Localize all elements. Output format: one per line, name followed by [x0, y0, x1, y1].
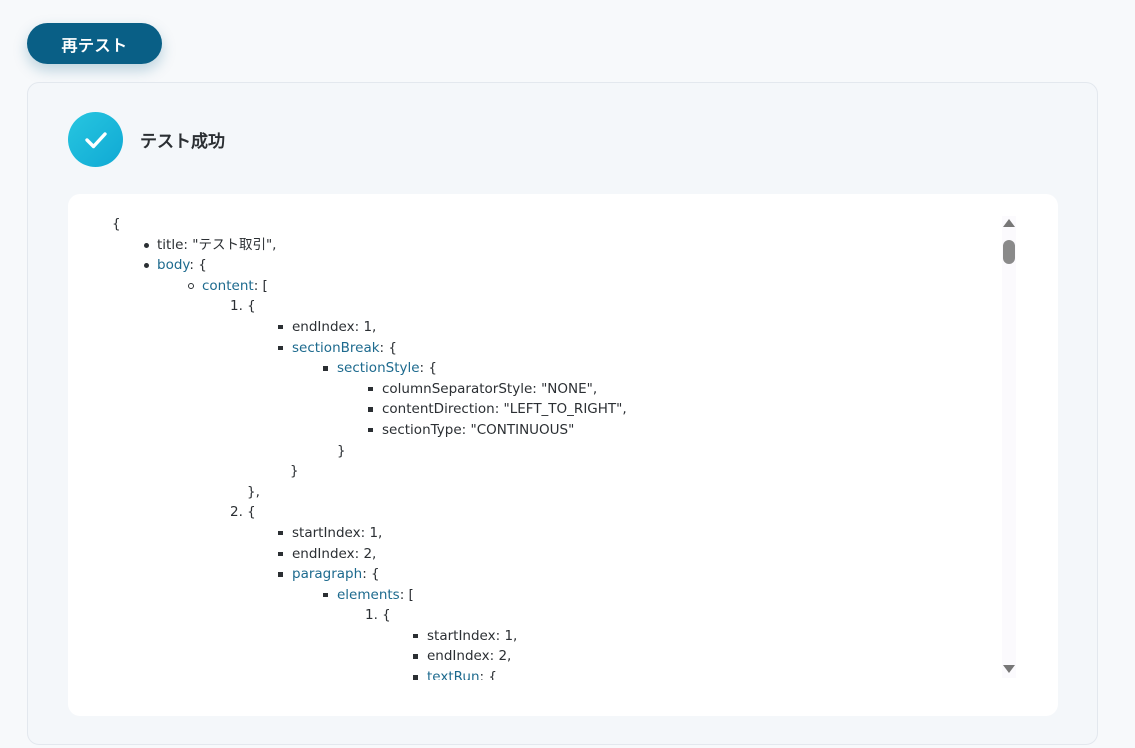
- json-value: : 1,: [354, 318, 377, 335]
- json-line: columnSeparatorStyle: "NONE",: [68, 379, 968, 400]
- json-key: sectionType: [382, 421, 462, 438]
- json-line: {: [68, 214, 968, 235]
- json-value: : [: [399, 586, 414, 603]
- json-value: : 1,: [360, 524, 383, 541]
- json-tree: {title: "テスト取引", body: {content: [1. {end…: [68, 214, 968, 680]
- json-line: startIndex: 1,: [68, 523, 968, 544]
- json-line: paragraph: {: [68, 564, 968, 585]
- json-punctuation: {: [242, 298, 256, 315]
- json-line: endIndex: 2,: [68, 544, 968, 565]
- scroll-up-arrow-icon[interactable]: [1002, 216, 1016, 230]
- json-key: startIndex: [427, 627, 496, 644]
- json-key: startIndex: [292, 524, 361, 541]
- json-expandable-key[interactable]: elements: [337, 587, 400, 603]
- scrollbar-thumb[interactable]: [1003, 240, 1015, 264]
- json-output-panel[interactable]: {title: "テスト取引", body: {content: [1. {end…: [68, 194, 1058, 716]
- json-line: endIndex: 2,: [68, 646, 968, 667]
- json-expandable-key[interactable]: sectionStyle: [337, 360, 420, 376]
- json-expandable-key[interactable]: content: [202, 278, 254, 294]
- json-expandable-key[interactable]: sectionBreak: [292, 340, 380, 356]
- test-result-card: テスト成功 {title: "テスト取引", body: {content: [1…: [27, 82, 1098, 745]
- json-value: : {: [419, 360, 437, 377]
- json-line: },: [68, 482, 968, 503]
- list-number: 2.: [230, 504, 243, 521]
- json-key: endIndex: [292, 545, 355, 562]
- json-key: endIndex: [292, 318, 355, 335]
- json-line: textRun: {: [68, 667, 968, 680]
- json-key: title: [157, 236, 184, 253]
- json-key: contentDirection: [382, 401, 495, 418]
- scroll-down-arrow-icon[interactable]: [1002, 662, 1016, 676]
- json-value: : "NONE",: [532, 380, 598, 397]
- json-line: contentDirection: "LEFT_TO_RIGHT",: [68, 399, 968, 420]
- json-line: elements: [: [68, 585, 968, 606]
- json-line: 2. {: [68, 502, 968, 523]
- json-punctuation: {: [112, 216, 121, 232]
- json-line: sectionBreak: {: [68, 338, 968, 359]
- json-line: startIndex: 1,: [68, 626, 968, 647]
- json-punctuation: {: [377, 607, 391, 624]
- json-value: : 2,: [489, 648, 512, 665]
- json-value: : {: [379, 339, 397, 356]
- json-line: body: {: [68, 255, 968, 276]
- json-expandable-key[interactable]: body: [157, 257, 189, 273]
- json-value: : {: [189, 257, 207, 274]
- json-line: }: [68, 461, 968, 482]
- json-value: : 2,: [354, 545, 377, 562]
- json-line: title: "テスト取引",: [68, 235, 968, 256]
- json-line: sectionStyle: {: [68, 358, 968, 379]
- json-value: : 1,: [495, 627, 518, 644]
- json-line: content: [: [68, 276, 968, 297]
- json-value: : "LEFT_TO_RIGHT",: [494, 401, 627, 418]
- json-punctuation: },: [247, 483, 260, 500]
- json-punctuation: {: [242, 504, 256, 521]
- json-line: 1. {: [68, 296, 968, 317]
- json-key: columnSeparatorStyle: [382, 380, 533, 397]
- json-value: : [: [253, 277, 268, 294]
- json-expandable-key[interactable]: paragraph: [292, 566, 362, 582]
- list-number: 1.: [230, 298, 243, 315]
- json-line: }: [68, 441, 968, 462]
- json-value: : {: [362, 566, 380, 583]
- test-status-text: テスト成功: [140, 132, 225, 152]
- json-line: endIndex: 1,: [68, 317, 968, 338]
- json-value: : "テスト取引",: [183, 236, 277, 253]
- json-scrollbar[interactable]: [1002, 216, 1016, 678]
- json-punctuation: }: [290, 463, 299, 480]
- json-value: : {: [479, 669, 497, 680]
- retest-button[interactable]: 再テスト: [27, 23, 162, 64]
- scrollbar-track[interactable]: [1002, 216, 1016, 678]
- check-icon: [68, 112, 123, 167]
- json-expandable-key[interactable]: textRun: [427, 669, 480, 680]
- json-line: sectionType: "CONTINUOUS": [68, 420, 968, 441]
- test-status-row: テスト成功: [68, 112, 225, 167]
- json-punctuation: }: [337, 442, 346, 459]
- list-number: 1.: [365, 607, 378, 624]
- json-key: endIndex: [427, 648, 490, 665]
- json-line: 1. {: [68, 605, 968, 626]
- json-value: : "CONTINUOUS": [461, 421, 575, 438]
